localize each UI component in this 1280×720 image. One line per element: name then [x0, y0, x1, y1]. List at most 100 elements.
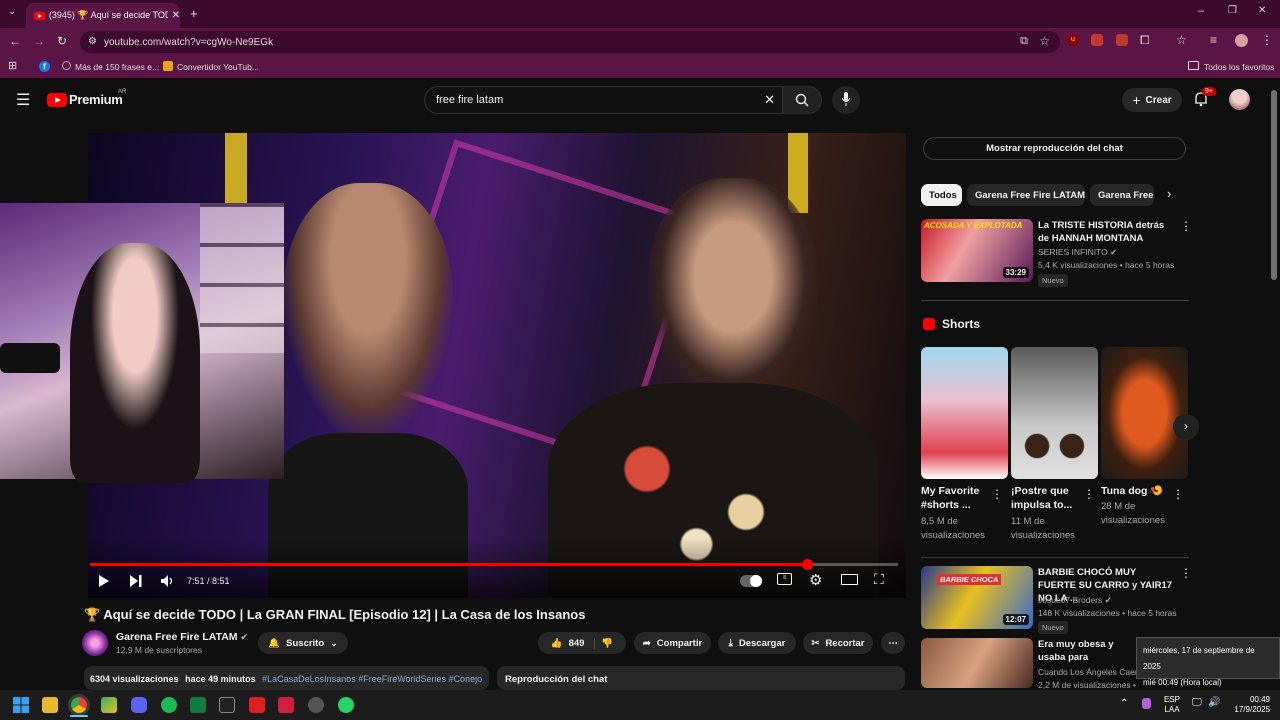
notifications-button[interactable]: 9+: [1194, 87, 1216, 112]
fullscreen-icon[interactable]: ⛶: [874, 571, 884, 588]
app-icon[interactable]: [249, 697, 265, 713]
short-title[interactable]: ¡Postre que impulsa to...: [1011, 484, 1083, 512]
youtube-logo-icon[interactable]: [47, 93, 67, 107]
like-button[interactable]: 👍 849: [551, 637, 596, 649]
short-menu-icon[interactable]: ⋮: [991, 487, 1003, 501]
youtube-premium-logo[interactable]: Premium: [69, 92, 123, 107]
user-avatar[interactable]: [1229, 89, 1250, 110]
video-menu-icon[interactable]: ⋮: [1180, 566, 1192, 580]
clear-search-icon[interactable]: ✕: [764, 92, 775, 108]
hamburger-menu-icon[interactable]: ☰: [16, 90, 30, 110]
search-button[interactable]: [782, 86, 822, 114]
extension-icon[interactable]: [1091, 34, 1103, 46]
video-thumbnail[interactable]: ACOSADA Y EXPLOTADA 33:29: [921, 219, 1033, 282]
share-button[interactable]: ➦ Compartir: [634, 632, 711, 654]
app-icon[interactable]: [308, 697, 324, 713]
clip-button[interactable]: ✂ Recortar: [803, 632, 873, 654]
page-scrollbar-thumb[interactable]: [1271, 90, 1277, 280]
short-menu-icon[interactable]: ⋮: [1172, 487, 1184, 501]
spotify-icon[interactable]: [161, 697, 177, 713]
back-icon[interactable]: ←: [9, 34, 21, 48]
short-title[interactable]: My Favorite #shorts ...: [921, 484, 991, 512]
channel-avatar[interactable]: [82, 630, 108, 656]
sidebar-video-channel[interactable]: Cuando Los Ángeles Caen: [1038, 666, 1136, 679]
video-thumbnail[interactable]: BARBIE CHOCA 12:07: [921, 566, 1033, 629]
new-tab-icon[interactable]: +: [190, 6, 198, 21]
channel-name[interactable]: Garena Free Fire LATAM: [116, 631, 238, 643]
video-menu-icon[interactable]: ⋮: [1180, 219, 1192, 233]
taskbar-clock[interactable]: 00:49 17/9/2025: [1226, 695, 1270, 715]
autoplay-toggle[interactable]: [740, 575, 762, 587]
volume-tray-icon[interactable]: 🔊: [1208, 698, 1220, 708]
tab-close-icon[interactable]: ✕: [172, 10, 180, 21]
scrubber-handle[interactable]: [801, 559, 813, 570]
short-title[interactable]: Tuna dog 🍤: [1101, 484, 1171, 498]
forward-icon[interactable]: →: [33, 34, 45, 48]
input-language-indicator[interactable]: ESP LAA: [1160, 695, 1184, 715]
show-chat-replay-button[interactable]: Mostrar reproducción del chat: [923, 137, 1186, 160]
subscribed-button[interactable]: 🔔 Suscrito ⌄: [258, 632, 348, 654]
search-input[interactable]: free fire latam ✕: [424, 86, 786, 114]
video-thumbnail[interactable]: [921, 638, 1033, 688]
settings-gear-icon[interactable]: ⚙: [809, 571, 822, 589]
download-button[interactable]: ⤓ Descargar: [718, 632, 796, 654]
app-icon[interactable]: [278, 697, 294, 713]
volume-icon[interactable]: [160, 574, 176, 588]
hashtags[interactable]: #LaCasaDeLosInsanos #FreeFireWorldSeries…: [262, 674, 482, 684]
excel-icon[interactable]: [190, 697, 206, 713]
sidebar-video-title[interactable]: Era muy obesa y usaba para conquistar a …: [1038, 638, 1136, 664]
address-bar[interactable]: ⚙ youtube.com/watch?v=cgWo-Ne9EGk ⧉ ☆: [80, 31, 1060, 53]
sidebar-video-channel[interactable]: Josue07 Broders ✔: [1038, 594, 1112, 607]
favorites-icon[interactable]: ☆: [1176, 33, 1187, 47]
thumbs-down-icon[interactable]: 👎: [601, 638, 613, 649]
play-icon[interactable]: [98, 574, 110, 588]
all-bookmarks-link[interactable]: Todos los favoritos: [1204, 62, 1274, 72]
app-icon[interactable]: [219, 697, 235, 713]
tray-overflow-chevron-icon[interactable]: ⌃: [1120, 699, 1128, 709]
profile-avatar-icon[interactable]: [1235, 34, 1248, 47]
chip-garena-partial[interactable]: Garena Free F: [1090, 184, 1154, 206]
tray-app-icon[interactable]: [1142, 698, 1151, 709]
channel-name-row[interactable]: Garena Free Fire LATAM ✔: [116, 631, 248, 643]
file-explorer-icon[interactable]: [42, 697, 58, 713]
chips-next-chevron-icon[interactable]: ›: [1167, 186, 1171, 201]
chip-todos[interactable]: Todos: [921, 184, 962, 206]
window-close-icon[interactable]: ✕: [1258, 5, 1266, 16]
theater-mode-icon[interactable]: [841, 574, 858, 585]
shorts-next-button[interactable]: ›: [1173, 414, 1199, 440]
short-thumbnail[interactable]: [1011, 347, 1098, 479]
apps-grid-icon[interactable]: ⊞: [8, 59, 17, 72]
tab-list-icon[interactable]: ⌄: [8, 6, 16, 17]
site-info-icon[interactable]: ⚙: [88, 36, 97, 47]
more-actions-button[interactable]: ⋯: [881, 632, 905, 654]
maximize-icon[interactable]: ❐: [1228, 5, 1237, 16]
discord-icon[interactable]: [131, 697, 147, 713]
reload-icon[interactable]: ↻: [57, 34, 67, 48]
description-box[interactable]: 6304 visualizaciones hace 49 minutos #La…: [84, 666, 489, 690]
chrome-icon[interactable]: [71, 697, 87, 713]
progress-bar[interactable]: [90, 559, 898, 570]
network-icon[interactable]: 🖵: [1192, 698, 1202, 708]
extension-icon[interactable]: [1116, 34, 1128, 46]
reading-list-icon[interactable]: ≡: [1210, 33, 1217, 47]
next-video-icon[interactable]: [129, 574, 143, 588]
chip-garena[interactable]: Garena Free Fire LATAM: [967, 184, 1085, 206]
create-button[interactable]: + Crear: [1122, 88, 1182, 112]
sidebar-video-title[interactable]: La TRISTE HISTORIA detrás de HANNAH MONT…: [1038, 219, 1173, 245]
chat-replay-panel-header[interactable]: Reproducción del chat: [497, 666, 905, 690]
app-icon[interactable]: [101, 697, 117, 713]
minimize-icon[interactable]: –: [1198, 5, 1204, 17]
short-thumbnail[interactable]: [921, 347, 1008, 479]
facebook-icon[interactable]: f: [39, 61, 50, 72]
ublock-extension-icon[interactable]: u: [1067, 34, 1079, 46]
browser-tab[interactable]: (3945) 🏆 Aquí se decide TODO ✕: [26, 3, 180, 28]
sidebar-video-channel[interactable]: SERIES INFINITO ✔: [1038, 246, 1117, 259]
browser-menu-icon[interactable]: ⋮: [1261, 33, 1273, 47]
extensions-puzzle-icon[interactable]: ⧠: [1140, 33, 1150, 48]
voice-search-button[interactable]: [832, 86, 860, 114]
cast-icon[interactable]: ⧉: [1020, 35, 1028, 48]
bookmark-star-icon[interactable]: ☆: [1039, 34, 1050, 48]
short-thumbnail[interactable]: [1101, 347, 1188, 479]
whatsapp-icon[interactable]: [338, 697, 354, 713]
bookmark-link[interactable]: Convertidor YouTub...: [177, 62, 259, 72]
